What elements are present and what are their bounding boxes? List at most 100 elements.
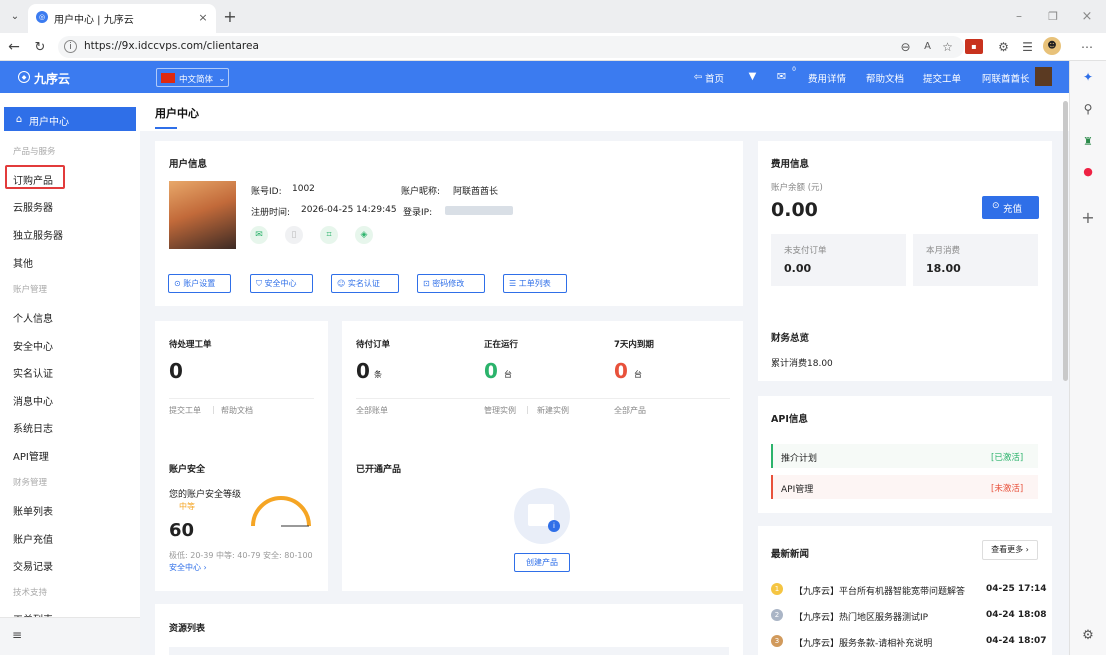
change-password-button[interactable]: ⊡ 密码修改 <box>417 274 485 293</box>
api-row-status: [未激活] <box>991 484 1024 494</box>
stat-label: 待处理工单 <box>169 340 212 350</box>
sidebar-item-order-product[interactable]: 订购产品 <box>13 172 53 187</box>
news-item-title[interactable]: 【九序云】平台所有机器智能宽带问题解答 <box>794 584 980 597</box>
help-docs-link[interactable]: 帮助文档 <box>866 71 904 85</box>
qr-icon[interactable]: ⌗ <box>320 226 338 244</box>
sidebar-item-user-center[interactable]: ⌂ 用户中心 <box>4 107 136 131</box>
refresh-icon[interactable]: ↻ <box>32 39 48 55</box>
extensions-puzzle-icon[interactable]: ⚙ <box>996 39 1011 54</box>
nickname-label: 账户昵称: <box>401 187 441 197</box>
site-info-icon[interactable]: i <box>64 40 77 53</box>
minimize-icon[interactable]: – <box>1012 9 1026 23</box>
sidebar-item-dedicated-server[interactable]: 独立服务器 <box>13 227 63 242</box>
help-docs-link[interactable]: 帮助文档 <box>221 405 253 416</box>
new-instance-link[interactable]: 新建实例 <box>537 405 569 416</box>
api-row-status: [已激活] <box>991 453 1024 463</box>
news-item-title[interactable]: 【九序云】服务条款-请相补充说明 <box>794 636 980 649</box>
sidebar-item-cloud-server[interactable]: 云服务器 <box>13 199 53 214</box>
extension-icon[interactable]: ▪ <box>965 39 983 54</box>
sidebar-item-bills[interactable]: 账单列表 <box>13 503 53 518</box>
search-icon[interactable]: ⚲ <box>1080 101 1096 117</box>
news-item-date: 04-25 17:14 <box>986 584 1047 594</box>
all-bills-link[interactable]: 全部账单 <box>356 405 388 416</box>
language-select[interactable]: 中文简体 ⌄ <box>156 68 229 87</box>
mail-icon[interactable]: ✉ <box>775 70 788 83</box>
card-title: API信息 <box>771 414 808 425</box>
zoom-icon[interactable]: ⊖ <box>898 39 913 54</box>
account-settings-button[interactable]: ⊙ 账户设置 <box>168 274 231 293</box>
page-scrollbar[interactable] <box>1063 101 1068 381</box>
home-icon: ⌂ <box>15 113 23 125</box>
submit-ticket-link[interactable]: 提交工单 <box>923 71 961 85</box>
restore-icon[interactable]: ❐ <box>1046 9 1060 23</box>
edge-side-panel: ✦ ⚲ ♜ ● + ⚙ <box>1069 61 1106 655</box>
nickname-value: 阿联酋酋长 <box>453 187 499 197</box>
add-sidebar-app-icon[interactable]: + <box>1080 208 1096 227</box>
api-row-management[interactable]: API管理 [未激活] <box>771 475 1038 499</box>
sidebar-item-messages[interactable]: 消息中心 <box>13 393 53 408</box>
collections-icon[interactable]: ☰ <box>1020 39 1035 54</box>
submit-ticket-link[interactable]: 提交工单 <box>169 405 201 416</box>
api-row-referral[interactable]: 推介计划 [已激活] <box>771 444 1038 468</box>
username-link[interactable]: 阿联酋酋长 <box>982 71 1030 85</box>
phone-icon[interactable]: ▯ <box>285 226 303 244</box>
browser-tab-bar: ⌄ ◎ 用户中心 | 九序云 × + – ❐ × <box>0 0 1106 33</box>
sidebar-section-support: 技术支持 <box>13 588 48 598</box>
view-more-button[interactable]: 查看更多 › <box>982 540 1038 560</box>
news-item-title[interactable]: 【九序云】热门地区服务器测试IP <box>794 610 980 623</box>
security-center-button[interactable]: ⛉ 安全中心 <box>250 274 313 293</box>
all-products-link[interactable]: 全部产品 <box>614 405 646 416</box>
tab-close-icon[interactable]: × <box>196 10 210 24</box>
real-name-button[interactable]: ☺ 实名认证 <box>331 274 399 293</box>
blurred-ip <box>445 206 513 215</box>
office-icon[interactable]: ● <box>1080 163 1096 179</box>
stat-value: 0 <box>169 359 183 383</box>
manage-instances-link[interactable]: 管理实例 <box>484 405 516 416</box>
sidebar-item-system-log[interactable]: 系统日志 <box>13 420 53 435</box>
balance-label: 账户余额 (元) <box>771 183 823 193</box>
favorite-star-icon[interactable]: ☆ <box>940 39 955 54</box>
logo-text[interactable]: 九序云 <box>34 70 70 87</box>
copilot-icon[interactable]: ✦ <box>1080 69 1096 85</box>
new-tab-icon[interactable]: + <box>222 7 238 26</box>
home-link[interactable]: 首页 <box>705 71 724 85</box>
create-product-button[interactable]: 创建产品 <box>514 553 570 572</box>
security-center-link[interactable]: 安全中心 › <box>169 563 207 572</box>
collapse-menu-icon[interactable]: ≡ <box>10 628 24 642</box>
url-text[interactable]: https://9x.idccvps.com/clientarea <box>84 40 259 52</box>
cost-detail-link[interactable]: 费用详情 <box>808 71 846 85</box>
sidebar-item-recharge[interactable]: 账户充值 <box>13 531 53 546</box>
shield-icon: ⛉ <box>256 279 265 288</box>
window-close-icon[interactable]: × <box>1080 9 1094 24</box>
browser-menu-icon[interactable]: ⋯ <box>1078 39 1096 54</box>
cart-icon[interactable]: ▼ <box>746 70 759 83</box>
user-avatar[interactable] <box>1035 67 1052 86</box>
tools-icon[interactable]: ♜ <box>1080 133 1096 149</box>
profile-avatar-icon[interactable]: ☻ <box>1043 37 1061 55</box>
stat-value-running: 0 <box>484 359 498 383</box>
back-icon[interactable]: ← <box>6 39 22 55</box>
sidebar-section-account: 账户管理 <box>13 285 48 295</box>
sidebar-item-security[interactable]: 安全中心 <box>13 338 53 353</box>
sidebar-item-transactions[interactable]: 交易记录 <box>13 558 53 573</box>
email-verified-icon[interactable]: ✉ <box>250 226 268 244</box>
resource-table-header <box>169 647 729 655</box>
sidebar: ⌂ 用户中心 产品与服务 订购产品 云服务器 独立服务器 其他 账户管理 个人信… <box>0 93 140 655</box>
recharge-button[interactable]: ⊙ 充值 <box>982 196 1039 219</box>
sidebar-settings-icon[interactable]: ⚙ <box>1080 627 1096 643</box>
sidebar-item-profile[interactable]: 个人信息 <box>13 310 53 325</box>
browser-tab[interactable]: ◎ 用户中心 | 九序云 × <box>28 4 216 33</box>
wechat-icon[interactable]: ◈ <box>355 226 373 244</box>
tab-menu-chevron-icon[interactable]: ⌄ <box>8 9 22 23</box>
sidebar-item-api[interactable]: API管理 <box>13 448 49 463</box>
url-bar[interactable]: i https://9x.idccvps.com/clientarea <box>58 36 964 58</box>
ticket-list-button[interactable]: ☰ 工单列表 <box>503 274 567 293</box>
divider <box>356 398 730 399</box>
list-icon: ☰ <box>509 279 519 288</box>
sidebar-item-other[interactable]: 其他 <box>13 255 33 270</box>
read-aloud-icon[interactable]: A <box>920 39 935 54</box>
sidebar-item-real-name[interactable]: 实名认证 <box>13 365 53 380</box>
favicon-icon: ◎ <box>36 11 48 23</box>
card-title: 最新新闻 <box>771 549 810 560</box>
info-badge-icon: i <box>548 520 560 532</box>
